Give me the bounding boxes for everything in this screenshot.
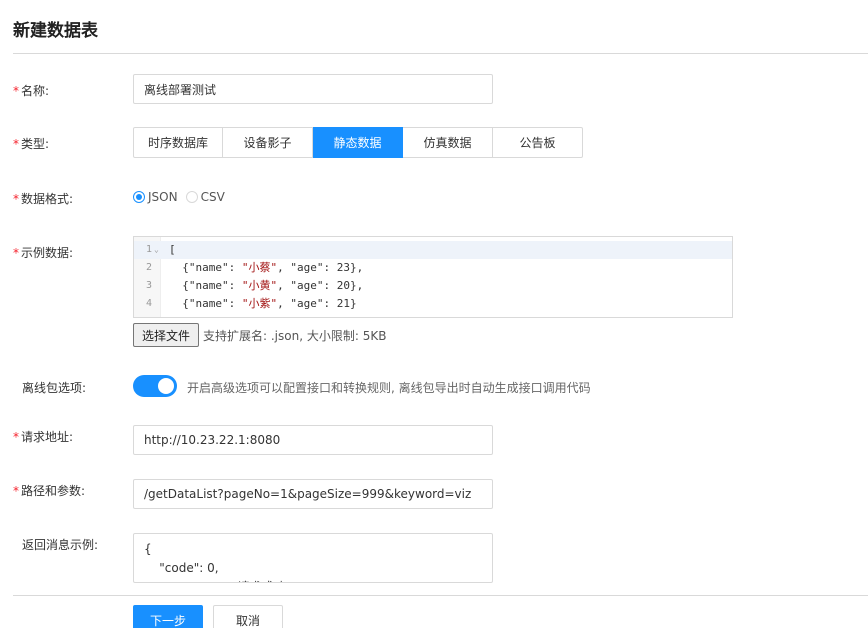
format-radio-csv[interactable]: CSV: [185, 190, 225, 204]
header-divider: [13, 53, 868, 54]
toggle-knob: [158, 378, 174, 394]
sample-code-editor[interactable]: 1 ⌄ [ 2 {"name": "小蔡", "age": 23}, 3 {"n…: [133, 236, 733, 318]
response-label: 返回消息示例:: [22, 538, 99, 552]
type-option-static-data[interactable]: 静态数据: [313, 127, 403, 158]
type-button-group: 时序数据库 设备影子 静态数据 仿真数据 公告板: [133, 127, 583, 158]
next-button[interactable]: 下一步: [133, 605, 203, 628]
offline-toggle[interactable]: [133, 375, 177, 397]
type-option-device-shadow[interactable]: 设备影子: [223, 127, 313, 158]
radio-unchecked-icon: [185, 191, 198, 203]
code-line: 5 ]: [134, 313, 732, 317]
path-label: * 路径和参数:: [13, 484, 86, 498]
code-line: 4 {"name": "小紫", "age": 21}: [145, 297, 357, 310]
cancel-button[interactable]: 取消: [213, 605, 283, 628]
path-input[interactable]: [133, 479, 493, 509]
format-radio-group: JSON CSV: [133, 189, 233, 205]
code-line: 3 {"name": "小黄", "age": 20},: [145, 279, 364, 292]
page-title: 新建数据表: [13, 21, 98, 41]
response-textarea[interactable]: { "code": 0, "message": "请求成功": [133, 533, 493, 583]
name-input[interactable]: [133, 74, 493, 104]
offline-label: 离线包选项:: [22, 381, 87, 395]
file-hint: 支持扩展名: .json, 大小限制: 5KB: [203, 329, 387, 343]
type-label: * 类型:: [13, 137, 50, 151]
code-line: 1 ⌄ [: [134, 241, 732, 259]
offline-hint: 开启高级选项可以配置接口和转换规则, 离线包导出时自动生成接口调用代码: [187, 381, 591, 395]
format-radio-json[interactable]: JSON: [133, 190, 178, 204]
footer-divider: [13, 595, 868, 596]
fold-chevron-icon[interactable]: ⌄: [154, 241, 159, 259]
url-input[interactable]: [133, 425, 493, 455]
type-option-simulation[interactable]: 仿真数据: [403, 127, 493, 158]
format-label: * 数据格式:: [13, 192, 74, 206]
radio-checked-icon: [133, 191, 145, 203]
type-option-bulletin[interactable]: 公告板: [493, 127, 583, 158]
type-option-timeseries[interactable]: 时序数据库: [133, 127, 223, 158]
url-label: * 请求地址:: [13, 430, 74, 444]
name-label: * 名称:: [13, 84, 50, 98]
code-line: 2 {"name": "小蔡", "age": 23},: [145, 261, 364, 274]
sample-label: * 示例数据:: [13, 246, 74, 260]
choose-file-button[interactable]: 选择文件: [133, 323, 200, 347]
